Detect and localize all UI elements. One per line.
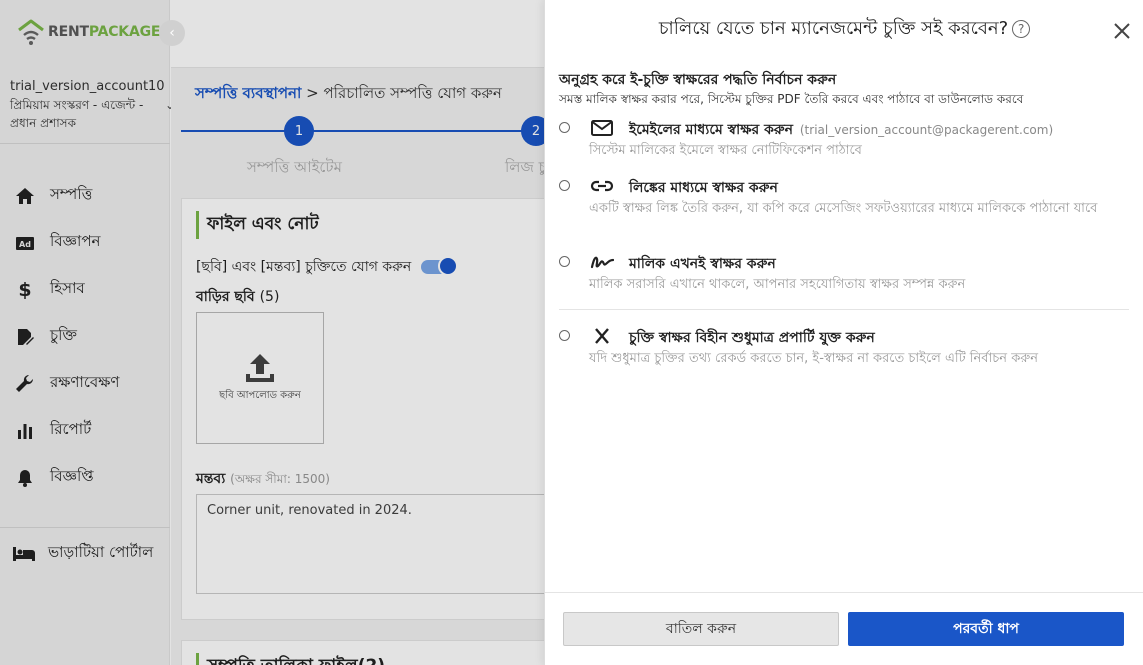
radio-button[interactable]	[559, 180, 570, 191]
option-title-text: ইমেইলের মাধ্যমে স্বাক্ষর করুন	[629, 122, 793, 138]
modal-backdrop[interactable]	[0, 0, 544, 665]
next-step-button[interactable]: পরবর্তী ধাপ	[848, 612, 1124, 646]
option-description: মালিক সরাসরি এখানে থাকলে, আপনার সহযোগিতা…	[589, 277, 966, 292]
instruction-title: অনুগ্রহ করে ই-চুক্তি স্বাক্ষরের পদ্ধতি ন…	[559, 72, 837, 88]
link-icon	[589, 176, 615, 196]
option-description: যদি শুধুমাত্র চুক্তির তথ্য রেকর্ড করতে চ…	[589, 351, 1039, 366]
close-icon	[1114, 23, 1130, 39]
help-icon[interactable]: ?	[1012, 20, 1031, 38]
dialog-footer: বাতিল করুন পরবর্তী ধাপ	[545, 592, 1143, 665]
options-divider	[559, 309, 1129, 310]
option-description: সিস্টেম মালিকের ইমেলে স্বাক্ষর নোটিফিকেশ…	[589, 143, 862, 158]
radio-button[interactable]	[559, 330, 570, 341]
dialog-title: চালিয়ে যেতে চান ম্যানেজমেন্ট চুক্তি সই …	[545, 14, 1143, 45]
option-title: লিঙ্কের মাধ্যমে স্বাক্ষর করুন	[629, 180, 778, 196]
option-email-hint: (trial_version_account@packagerent.com)	[799, 123, 1054, 137]
radio-button[interactable]	[559, 256, 570, 267]
x-icon	[589, 326, 615, 346]
close-button[interactable]	[1111, 20, 1133, 42]
option-title: ইমেইলের মাধ্যমে স্বাক্ষর করুন (trial_ver…	[629, 118, 1053, 142]
sidebar-collapse-button[interactable]: ‹	[159, 20, 185, 46]
option-title: চুক্তি স্বাক্ষর বিহীন শুধুমাত্র প্রপার্ট…	[629, 330, 875, 346]
option-description: একটি স্বাক্ষর লিঙ্ক তৈরি করুন, যা কপি কর…	[589, 201, 1098, 216]
sign-contract-dialog: চালিয়ে যেতে চান ম্যানেজমেন্ট চুক্তি সই …	[544, 0, 1143, 665]
signature-icon	[589, 252, 615, 272]
radio-button[interactable]	[559, 122, 570, 133]
chevron-left-icon: ‹	[169, 25, 175, 41]
instruction-subtitle: সমস্ত মালিক স্বাক্ষর করার পরে, সিস্টেম চ…	[559, 92, 1024, 106]
envelope-icon	[589, 118, 615, 138]
cancel-button[interactable]: বাতিল করুন	[563, 612, 839, 646]
option-title: মালিক এখনই স্বাক্ষর করুন	[629, 256, 776, 272]
dialog-title-text: চালিয়ে যেতে চান ম্যানেজমেন্ট চুক্তি সই …	[658, 18, 1009, 39]
